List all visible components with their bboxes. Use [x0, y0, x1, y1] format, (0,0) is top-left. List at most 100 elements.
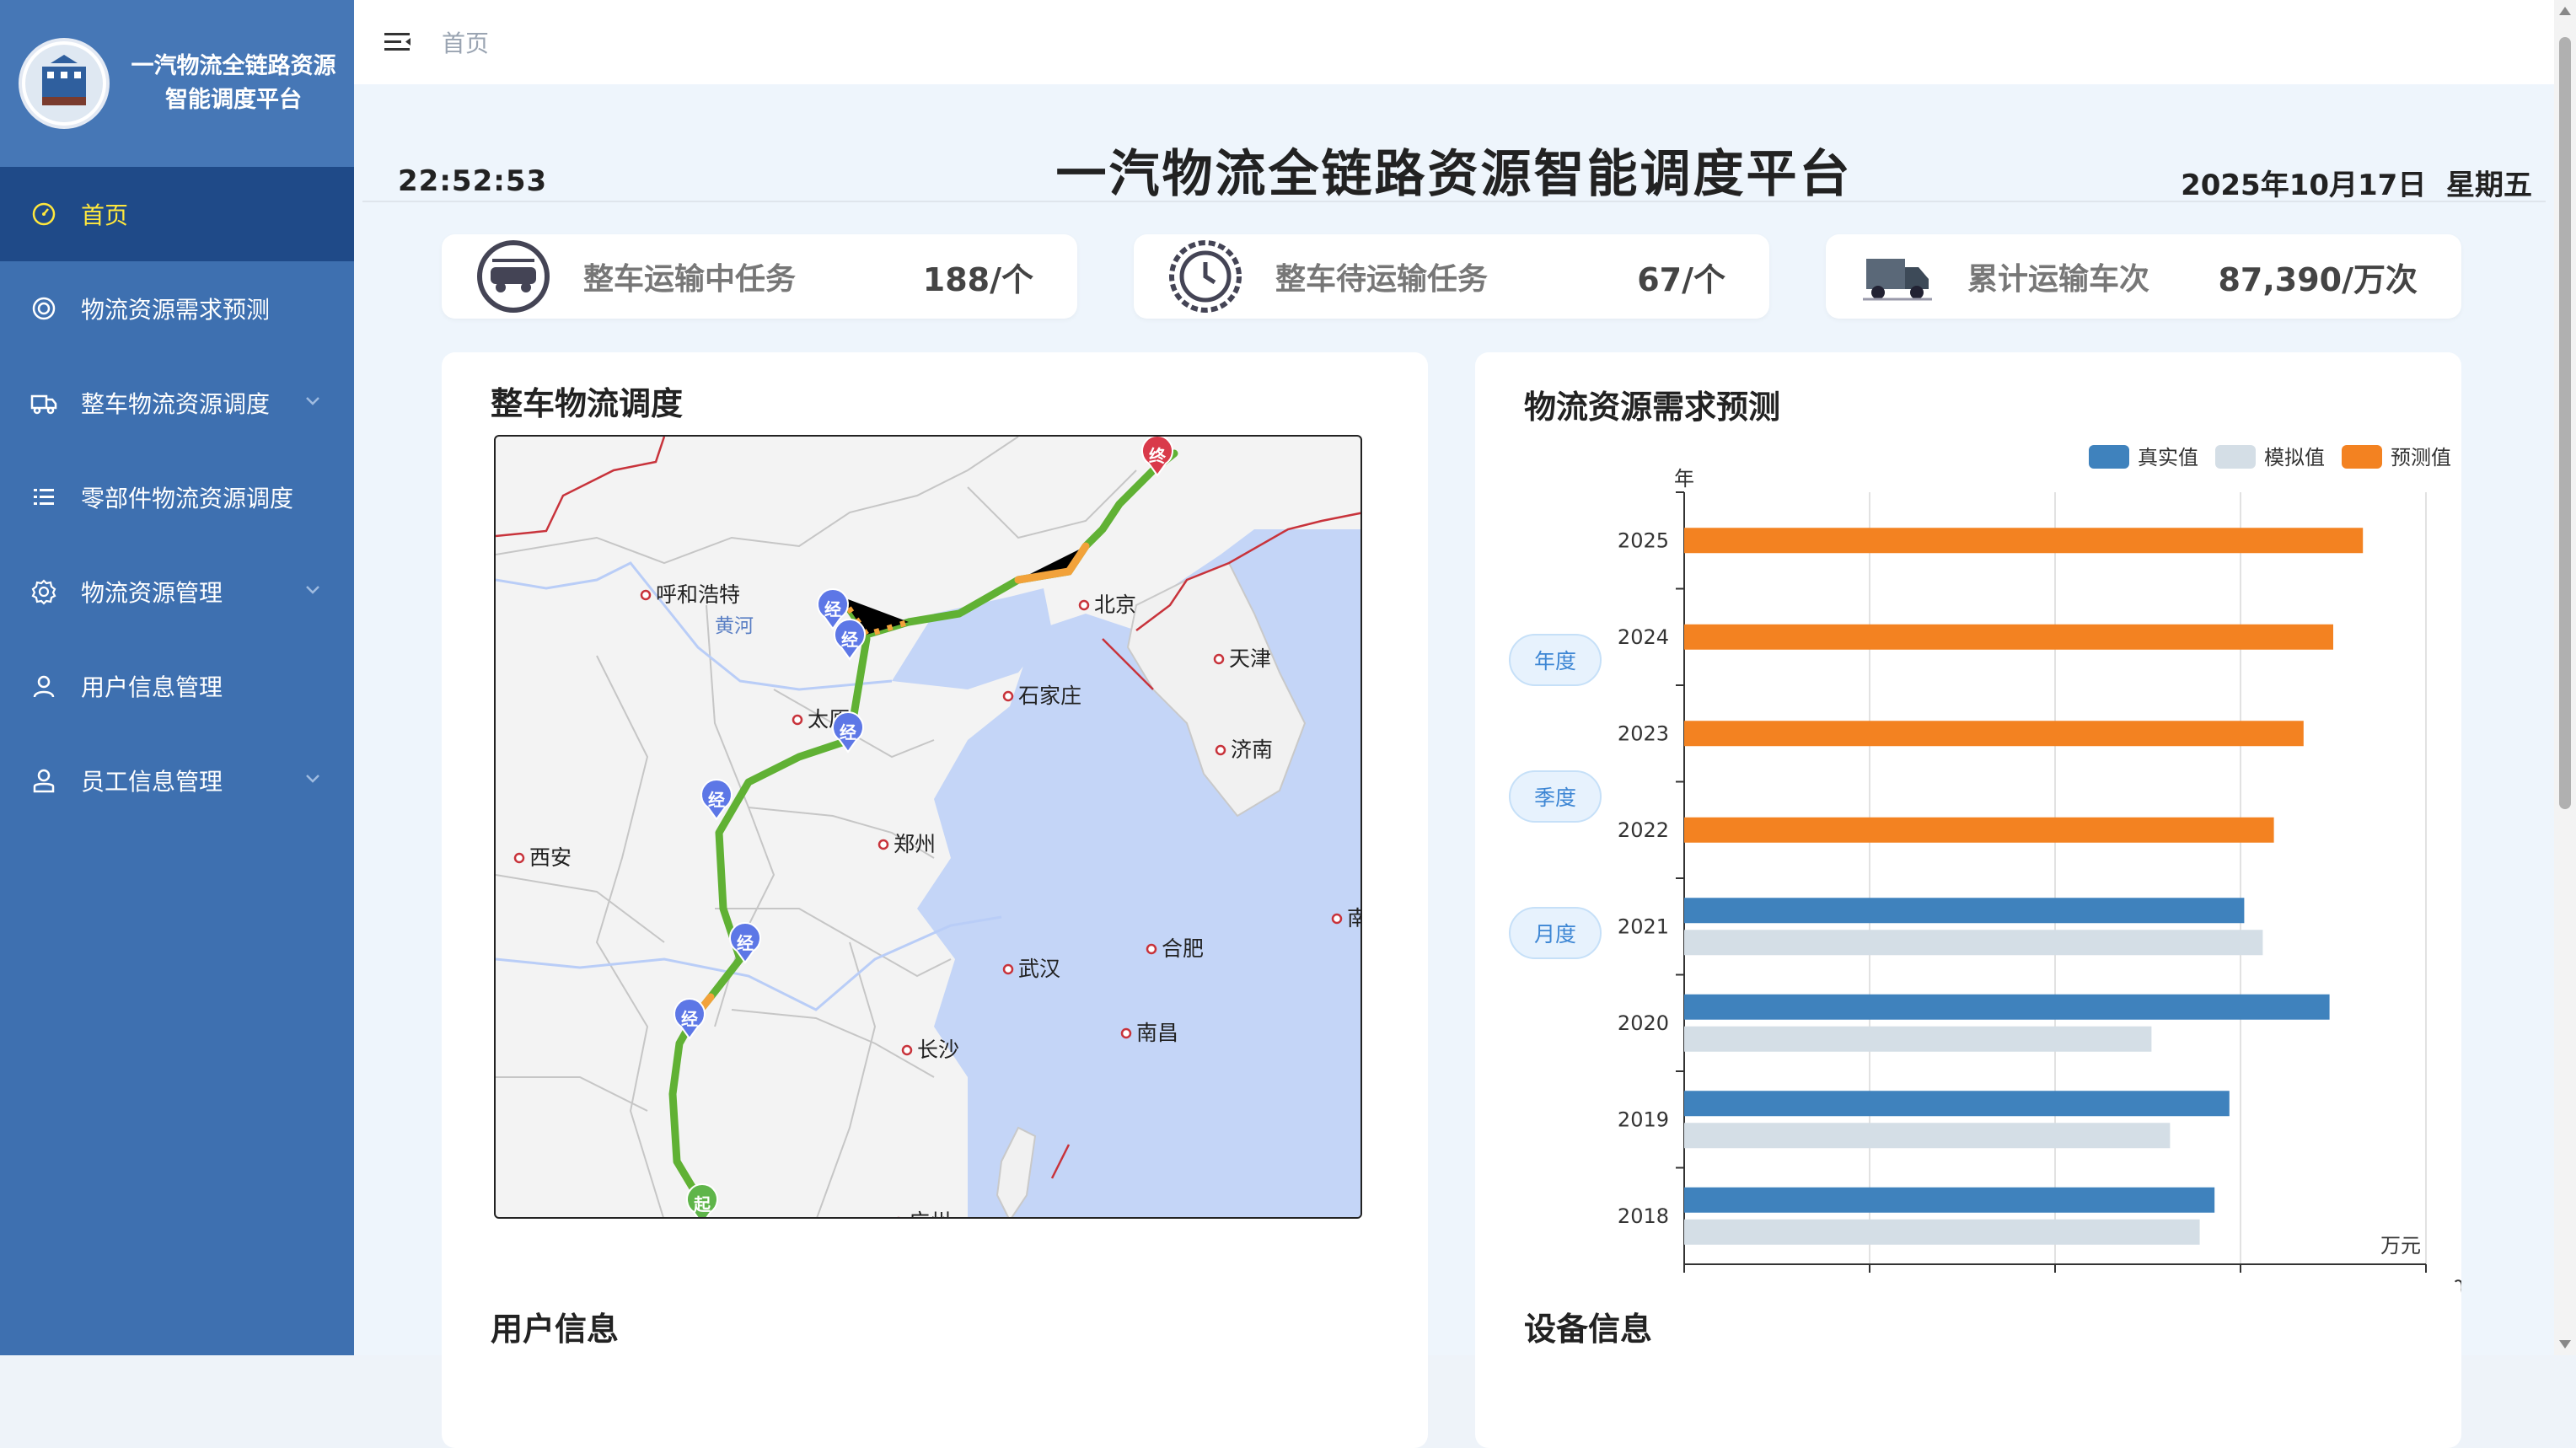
bar-真实值[interactable]	[1684, 1187, 2215, 1213]
sidebar-item-vehicle-dispatch[interactable]: 整车物流资源调度	[0, 356, 354, 450]
route-via-marker[interactable]: 经	[834, 619, 866, 661]
sidebar-item-label: 物流资源管理	[81, 579, 223, 607]
y-tick-label: 2018	[1618, 1204, 1669, 1228]
card-title: 整车物流调度	[491, 385, 684, 422]
bar-真实值[interactable]	[1684, 898, 2245, 924]
city-dot	[901, 1044, 913, 1056]
sidebar-item-user-management[interactable]: 用户信息管理	[0, 639, 354, 733]
legend-swatch[interactable]	[2342, 445, 2382, 469]
card-title: 用户信息	[491, 1311, 620, 1348]
route-end-marker[interactable]: 终	[1141, 437, 1173, 477]
stat-unit: /个	[990, 260, 1033, 298]
city-dot	[1002, 690, 1014, 702]
stat-number: 87,390	[2218, 260, 2343, 298]
app-title-line2: 智能调度平台	[165, 87, 302, 113]
demand-forecast-card: 物流资源需求预测 年度 季度 月度 2,000,0002,500,0003,00…	[1475, 352, 2461, 1328]
city-name: 天津	[1229, 646, 1271, 671]
bar-模拟值[interactable]	[1684, 1219, 2200, 1245]
device-info-card: 设备信息	[1475, 1279, 2461, 1448]
bar-模拟值[interactable]	[1684, 1123, 2171, 1149]
city-dot	[1002, 963, 1014, 975]
y-axis-label: 年	[1674, 467, 1694, 491]
city-dot	[1120, 1027, 1132, 1039]
forecast-bar-chart: 2,000,0002,500,0003,000,0003,500,0004,00…	[1618, 445, 2461, 1300]
bar-预测值[interactable]	[1684, 624, 2333, 650]
sidebar-header: 一汽物流全链路资源 智能调度平台	[0, 0, 354, 167]
y-tick-label: 2023	[1618, 721, 1669, 745]
legend-swatch[interactable]	[2215, 445, 2256, 469]
svg-text:起: 起	[693, 1194, 711, 1215]
chevron-down-icon[interactable]	[305, 774, 320, 784]
logo-emblem-icon	[25, 45, 103, 122]
legend-label[interactable]: 模拟值	[2264, 446, 2325, 469]
stat-unit: /个	[1682, 260, 1725, 298]
sidebar-item-staff-management[interactable]: 员工信息管理	[0, 733, 354, 828]
city-name: 南昌	[1136, 1021, 1178, 1045]
city-label: 郑州	[877, 832, 936, 856]
bar-真实值[interactable]	[1684, 1091, 2230, 1117]
bar-预测值[interactable]	[1684, 528, 2364, 554]
stat-card-cumulative: 累计运输车次 87,390/万次	[1826, 234, 2461, 319]
sidebar-item-label: 物流资源需求预测	[81, 296, 271, 324]
breadcrumb[interactable]: 首页	[442, 25, 489, 59]
chevron-down-icon[interactable]	[305, 396, 320, 406]
y-tick-label: 2019	[1618, 1107, 1669, 1131]
city-dot	[513, 852, 525, 864]
city-label: 北京	[1078, 593, 1136, 617]
sidebar-item-parts-dispatch[interactable]: 零部件物流资源调度	[0, 450, 354, 544]
route-via-marker[interactable]: 经	[729, 922, 761, 964]
city-label: 广州	[897, 1209, 951, 1217]
stat-label: 整车待运输任务	[1275, 262, 1489, 297]
y-tick-label: 2020	[1618, 1011, 1669, 1035]
svg-text:经: 经	[737, 933, 754, 953]
sidebar-item-label: 零部件物流资源调度	[81, 485, 294, 512]
city-label: 西安	[513, 845, 572, 870]
route-via-marker[interactable]: 经	[674, 998, 706, 1040]
city-name: 北京	[1094, 593, 1136, 617]
city-name: 郑州	[894, 832, 936, 856]
vehicle-dispatch-card: 整车物流调度 呼和浩特 北京 天津 太原 石家庄 济南 郑州 西安 合肥 武汉 …	[442, 352, 1428, 1328]
y-tick-label: 2025	[1618, 528, 1669, 552]
route-start-marker[interactable]: 起	[686, 1183, 718, 1219]
svg-text:经: 经	[824, 599, 841, 619]
stat-value: 67/个	[1637, 254, 1725, 300]
bar-预测值[interactable]	[1684, 817, 2274, 843]
settings-icon	[29, 577, 59, 607]
route-map[interactable]: 长春沈阳呼和浩特北京天津太原石家庄济南郑州西安南京合肥上海武汉杭州长沙南昌福州广…	[494, 435, 1362, 1219]
city-label: 长沙	[901, 1038, 959, 1062]
legend-swatch[interactable]	[2089, 445, 2129, 469]
bar-模拟值[interactable]	[1684, 930, 2263, 956]
bar-真实值[interactable]	[1684, 994, 2330, 1020]
menu-collapse-icon[interactable]	[383, 27, 413, 57]
city-name: 武汉	[1018, 957, 1060, 981]
user-icon	[29, 671, 59, 701]
chevron-down-icon[interactable]	[305, 585, 320, 595]
sidebar-item-demand-forecast[interactable]: 物流资源需求预测	[0, 261, 354, 356]
sidebar-item-home[interactable]: 首页	[0, 167, 354, 261]
stat-number: 188	[922, 260, 990, 298]
scroll-up-arrow[interactable]	[2559, 7, 2571, 15]
stat-label: 整车运输中任务	[583, 262, 797, 297]
sidebar-item-resource-management[interactable]: 物流资源管理	[0, 544, 354, 639]
city-dot	[1078, 599, 1090, 611]
legend-label[interactable]: 真实值	[2138, 446, 2198, 469]
city-label: 呼和浩特	[640, 582, 740, 607]
truck-icon	[29, 388, 59, 418]
bar-预测值[interactable]	[1684, 721, 2304, 747]
stat-value: 188/个	[923, 254, 1033, 300]
city-dot	[1213, 653, 1225, 665]
scroll-down-arrow[interactable]	[2559, 1340, 2571, 1349]
user-info-card: 用户信息	[442, 1279, 1428, 1448]
app-title-line1: 一汽物流全链路资源	[131, 53, 336, 79]
app-title: 一汽物流全链路资源 智能调度平台	[120, 50, 347, 117]
scrollbar-thumb[interactable]	[2559, 37, 2571, 809]
page-scrollbar[interactable]	[2554, 0, 2576, 1355]
city-name: 石家庄	[1018, 684, 1081, 708]
svg-text:终: 终	[1149, 446, 1167, 466]
water-label: 黄河	[715, 615, 754, 637]
current-date: 2025年10月17日 星期五	[2181, 169, 2532, 202]
legend-label[interactable]: 预测值	[2391, 446, 2451, 469]
city-name: 呼和浩特	[656, 582, 740, 607]
bar-模拟值[interactable]	[1684, 1026, 2152, 1052]
svg-text:经: 经	[841, 630, 858, 650]
